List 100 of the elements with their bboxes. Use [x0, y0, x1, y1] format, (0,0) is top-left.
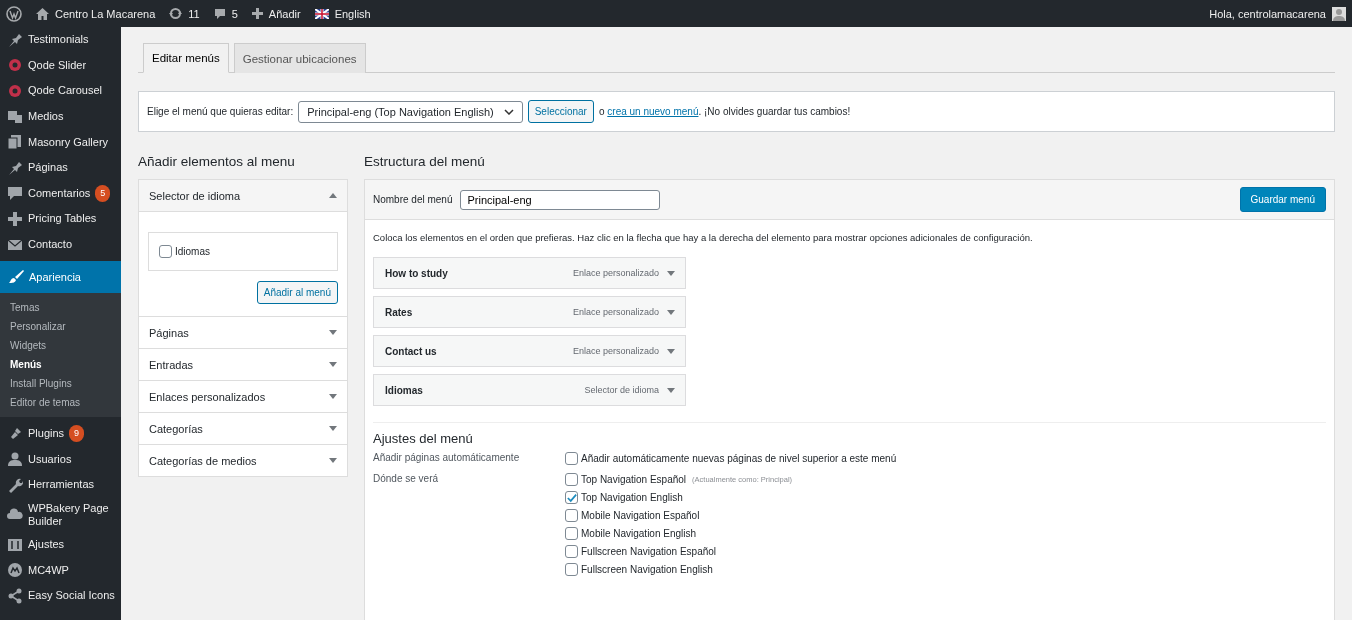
plus-icon: [7, 210, 23, 227]
tab[interactable]: Gestionar ubicaciones: [233, 43, 366, 73]
accordion-header[interactable]: Enlaces personalizados: [139, 380, 347, 412]
user-icon: [7, 451, 23, 468]
checkbox[interactable]: [565, 509, 578, 522]
comment-icon: [213, 7, 226, 20]
avatar-icon: [1332, 6, 1346, 21]
checkbox[interactable]: [565, 452, 578, 465]
plus-icon: [251, 8, 263, 19]
sidebar-item[interactable]: Easy Social Icons: [0, 582, 121, 609]
site-link[interactable]: Centro La Macarena: [36, 7, 156, 20]
checkbox[interactable]: [565, 545, 578, 558]
tab[interactable]: Editar menús: [143, 43, 229, 73]
wrench-icon: [7, 476, 23, 493]
language-link[interactable]: English: [314, 7, 371, 20]
circle-icon: [7, 83, 23, 99]
menu-item-bar[interactable]: Idiomas Selector de idioma: [373, 374, 686, 406]
checkbox[interactable]: [565, 563, 578, 576]
pin-icon: [7, 31, 23, 48]
save-menu-button[interactable]: Guardar menú: [1239, 187, 1326, 212]
submenu-item[interactable]: Editor de temas: [0, 392, 121, 412]
expand-arrow-icon[interactable]: [667, 309, 675, 315]
accordion-header[interactable]: Categorías: [139, 412, 347, 444]
sidebar-item[interactable]: Masonry Gallery: [0, 129, 121, 155]
sidebar-item[interactable]: Páginas: [0, 154, 121, 181]
accordion-header[interactable]: Selector de idioma: [139, 180, 347, 212]
expand-arrow-icon[interactable]: [667, 387, 675, 393]
sidebar-item[interactable]: Contacto: [0, 231, 121, 258]
select-label: Elige el menú que quieras editar:: [147, 106, 294, 117]
menu-item-type: Enlace personalizado: [572, 307, 659, 317]
account-link[interactable]: Hola, centrolamacarena: [1209, 6, 1346, 21]
chevron-down-icon: [503, 108, 514, 115]
setting-label: Dónde se verá: [373, 473, 440, 486]
option-label: Fullscreen Navigation Español: [581, 546, 717, 557]
count-badge: 5: [95, 184, 111, 202]
create-menu-text: o crea un nuevo menú. ¡No olvides guardar tus cambios!: [598, 106, 851, 117]
menu-item-type: Enlace personalizado: [572, 346, 659, 356]
sidebar-item[interactable]: Apariencia: [0, 261, 121, 293]
menu-item-bar[interactable]: Contact us Enlace personalizado: [373, 335, 686, 367]
submenu-item[interactable]: Install Plugins: [0, 373, 121, 393]
sidebar-item[interactable]: Medios: [0, 103, 121, 130]
expand-arrow-icon[interactable]: [667, 270, 675, 276]
submenu-item[interactable]: Personalizar: [0, 316, 121, 336]
checkbox[interactable]: [565, 491, 578, 504]
count-badge: 9: [69, 425, 85, 443]
add-to-menu-button[interactable]: Añadir al menú: [256, 281, 338, 304]
setting-label: Añadir páginas automáticamente: [373, 452, 521, 465]
option-label: Idiomas: [175, 246, 210, 257]
sliders-icon: [7, 536, 23, 553]
new-link[interactable]: Añadir: [251, 7, 301, 20]
checkbox[interactable]: [159, 245, 172, 258]
share-icon: [7, 587, 23, 604]
menu-name-label: Nombre del menú: [373, 194, 453, 205]
flag-icon: [314, 8, 329, 19]
sidebar-item[interactable]: Qode Slider: [0, 52, 121, 79]
menu-item-type: Enlace personalizado: [572, 268, 659, 278]
menu-item-title: Idiomas: [385, 384, 423, 396]
sidebar-item[interactable]: Pricing Tables: [0, 206, 121, 232]
sidebar-item[interactable]: MC4WP: [0, 557, 121, 583]
accordion-header[interactable]: Páginas: [139, 316, 347, 348]
accordion-header[interactable]: Categorías de medios: [139, 444, 347, 476]
menu-item-bar[interactable]: Rates Enlace personalizado: [373, 296, 686, 328]
select-button[interactable]: Seleccionar: [527, 100, 594, 123]
sidebar-item[interactable]: WPBakery Page Builder: [0, 497, 121, 532]
instructions-text: Coloca los elementos en el orden que prefieras. Haz clic en la flecha que hay a la derecha del elemento para mostrar opciones adicionales de configuración.: [373, 232, 1034, 243]
option-label: Mobile Navigation Español: [581, 510, 700, 521]
accordion-title: Entradas: [149, 358, 194, 371]
section-heading: Añadir elementos al menu: [138, 154, 296, 169]
option-label: Mobile Navigation English: [581, 528, 697, 539]
brush-icon: [8, 269, 24, 286]
checkbox[interactable]: [565, 527, 578, 540]
sidebar-item[interactable]: Plugins 9: [0, 420, 121, 447]
submenu-item[interactable]: Widgets: [0, 335, 121, 355]
comments-link[interactable]: 5: [213, 7, 238, 20]
updates-link[interactable]: 11: [169, 7, 200, 20]
sidebar-item[interactable]: Herramientas: [0, 472, 121, 498]
sidebar-item[interactable]: Testimonials: [0, 27, 121, 53]
sidebar-item[interactable]: Usuarios: [0, 446, 121, 473]
sidebar-item[interactable]: Qode Carousel: [0, 78, 121, 104]
submenu-item[interactable]: Menús: [0, 354, 121, 374]
settings-heading: Ajustes del menú: [373, 431, 474, 446]
option-label: Fullscreen Navigation English: [581, 564, 713, 575]
menu-dropdown[interactable]: Principal-eng (Top Navigation English): [298, 100, 523, 123]
sidebar-item[interactable]: Comentarios 5: [0, 180, 121, 207]
menu-item-bar[interactable]: How to study Enlace personalizado: [373, 257, 686, 289]
expand-arrow-icon[interactable]: [667, 348, 675, 354]
pages-icon: [7, 134, 23, 151]
wordpress-logo-icon[interactable]: [6, 5, 22, 22]
menu-name-field[interactable]: Principal-eng: [460, 189, 661, 210]
sidebar-item[interactable]: Ajustes: [0, 531, 121, 558]
option-label: Añadir automáticamente nuevas páginas de nivel superior a este menú: [581, 453, 897, 464]
section-heading: Estructura del menú: [364, 154, 486, 169]
menu-item-title: Contact us: [385, 345, 437, 357]
bubble-icon: [7, 185, 23, 202]
accordion-header[interactable]: Entradas: [139, 348, 347, 380]
menu-item-title: Rates: [385, 306, 413, 318]
accordion-title: Páginas: [149, 326, 189, 339]
checkbox[interactable]: [565, 473, 578, 486]
submenu-item[interactable]: Temas: [0, 297, 121, 317]
refresh-icon: [169, 7, 183, 20]
